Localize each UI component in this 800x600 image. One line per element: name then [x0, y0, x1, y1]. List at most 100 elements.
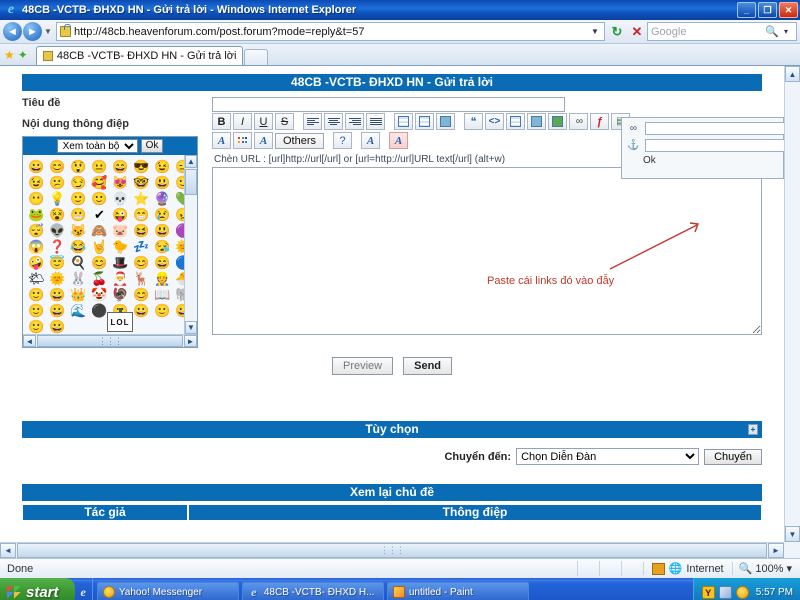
- smiley-item[interactable]: 😀: [47, 319, 68, 334]
- minimize-button[interactable]: _: [737, 2, 756, 18]
- smiley-scroll-up-icon[interactable]: ▲: [185, 155, 197, 168]
- smiley-item[interactable]: 🐸: [26, 207, 47, 222]
- align-right-button[interactable]: [345, 113, 364, 130]
- align-left-button[interactable]: [303, 113, 322, 130]
- smiley-item[interactable]: 🙂: [26, 287, 47, 302]
- smiley-item[interactable]: 😵: [47, 207, 68, 222]
- underline-button[interactable]: U: [254, 113, 273, 130]
- options-toggle-button[interactable]: +: [748, 424, 758, 435]
- smiley-item[interactable]: 🐰: [68, 271, 89, 286]
- smiley-item[interactable]: 😀: [47, 287, 68, 302]
- page-vertical-scrollbar[interactable]: ▲ ▼: [784, 66, 800, 542]
- smiley-item[interactable]: 💤: [131, 239, 152, 254]
- smiley-item[interactable]: 😐: [89, 159, 110, 174]
- bullet-list-button[interactable]: [394, 113, 413, 130]
- smiley-grid[interactable]: 😀😊😲😐😄😎😉😑😉😕😏🥰😻🤓😃🙂😶💡🙂🙂💀⭐🔮💚🐸😵😬✔😜😁😢😠😴👽😼🙈🐷😆😃🟣…: [23, 155, 197, 334]
- font-size-button[interactable]: A: [361, 132, 381, 149]
- align-justify-button[interactable]: [366, 113, 385, 130]
- font-face-button[interactable]: A: [254, 132, 273, 149]
- smiley-item[interactable]: 😉: [152, 159, 173, 174]
- smiley-item[interactable]: ✔: [89, 207, 110, 222]
- smiley-item[interactable]: 💀: [110, 191, 131, 206]
- smiley-item[interactable]: 🤡: [89, 287, 110, 302]
- flash-button[interactable]: ƒ: [590, 113, 609, 130]
- table-button[interactable]: [506, 113, 525, 130]
- smiley-item[interactable]: 😱: [26, 239, 47, 254]
- restore-button[interactable]: ❐: [758, 2, 777, 18]
- taskbar-item-yahoo-messenger[interactable]: Yahoo! Messenger: [96, 581, 239, 600]
- smiley-item[interactable]: 😬: [68, 207, 89, 222]
- taskbar-item-internet-explorer[interactable]: e 48CB -VCTB- ĐHXD H...: [241, 581, 384, 600]
- forum-jump-select[interactable]: Chọn Diễn Đàn: [516, 448, 700, 465]
- smiley-item[interactable]: 🙂: [26, 319, 47, 334]
- tray-messenger-icon[interactable]: [735, 585, 749, 599]
- quicklaunch-internet-explorer-icon[interactable]: e: [81, 585, 86, 600]
- forward-button[interactable]: ►: [23, 22, 42, 41]
- numbered-list-button[interactable]: [415, 113, 434, 130]
- smiley-item[interactable]: 😜: [110, 207, 131, 222]
- quote-button[interactable]: ❝: [464, 113, 483, 130]
- smiley-item[interactable]: 😄: [110, 159, 131, 174]
- preview-button[interactable]: Preview: [331, 357, 394, 375]
- page-scroll-down-icon[interactable]: ▼: [785, 526, 800, 542]
- smiley-scroll-down-icon[interactable]: ▼: [185, 321, 197, 334]
- save-draft-button[interactable]: [527, 113, 546, 130]
- smiley-item[interactable]: 😀: [131, 303, 152, 318]
- search-icon[interactable]: 🔍: [765, 25, 779, 38]
- align-center-button[interactable]: [324, 113, 343, 130]
- smiley-vscroll-thumb[interactable]: [185, 169, 197, 195]
- smiley-item[interactable]: 🦃: [110, 287, 131, 302]
- smiley-item[interactable]: 🍳: [68, 255, 89, 270]
- strikethrough-button[interactable]: S: [275, 113, 294, 130]
- address-dropdown-caret-icon[interactable]: ▼: [588, 23, 602, 40]
- address-input[interactable]: http://48cb.heavenforum.com/post.forum?m…: [56, 22, 605, 41]
- smiley-item[interactable]: 👽: [47, 223, 68, 238]
- refresh-icon[interactable]: ↻: [607, 22, 627, 42]
- system-clock[interactable]: 5:57 PM: [756, 587, 793, 598]
- security-zone-indicator[interactable]: 🌐 Internet: [642, 562, 732, 575]
- close-button[interactable]: ✕: [779, 2, 798, 18]
- smiley-item[interactable]: 👷: [152, 271, 173, 286]
- smiley-item[interactable]: 😊: [47, 159, 68, 174]
- page-scroll-right-icon[interactable]: ►: [768, 543, 784, 558]
- smiley-item[interactable]: 🥰: [89, 175, 110, 190]
- search-caret-icon[interactable]: ▾: [779, 23, 793, 40]
- favorites-star-icon[interactable]: ★: [4, 48, 15, 62]
- smiley-item[interactable]: ❓: [47, 239, 68, 254]
- smiley-item[interactable]: 😼: [68, 223, 89, 238]
- smiley-vertical-scrollbar[interactable]: ▲ ▼: [184, 155, 197, 334]
- jump-go-button[interactable]: Chuyển: [704, 448, 762, 465]
- popup-text-input[interactable]: [645, 138, 784, 152]
- start-button[interactable]: start: [0, 578, 75, 600]
- smiley-item[interactable]: 😎: [131, 159, 152, 174]
- smiley-item[interactable]: 🌞: [47, 271, 68, 286]
- page-horizontal-scrollbar[interactable]: ◄ ⋮⋮⋮ ►: [0, 542, 784, 558]
- smiley-item[interactable]: 😇: [47, 255, 68, 270]
- tray-network-icon[interactable]: [718, 585, 732, 599]
- search-box[interactable]: Google 🔍 ▾: [647, 22, 797, 41]
- smiley-item[interactable]: 😂: [68, 239, 89, 254]
- smiley-item[interactable]: 😃: [152, 175, 173, 190]
- smiley-hscroll-thumb[interactable]: ⋮⋮⋮: [37, 335, 183, 347]
- subject-input[interactable]: [212, 97, 565, 112]
- smiley-item[interactable]: 🙂: [89, 191, 110, 206]
- smiley-item[interactable]: 😉: [26, 175, 47, 190]
- smiley-item[interactable]: 🤪: [26, 255, 47, 270]
- others-button[interactable]: Others: [275, 132, 325, 149]
- smiley-item[interactable]: ⭐: [131, 191, 152, 206]
- smiley-item[interactable]: 😻: [110, 175, 131, 190]
- popup-url-input[interactable]: [645, 121, 784, 135]
- smiley-item[interactable]: 😊: [131, 287, 152, 302]
- browser-tab[interactable]: 48CB -VCTB- ĐHXD HN - Gửi trả lời: [35, 46, 244, 65]
- smiley-item[interactable]: 😏: [68, 175, 89, 190]
- italic-button[interactable]: I: [233, 113, 252, 130]
- smiley-item[interactable]: 🙂: [26, 303, 47, 318]
- smiley-item[interactable]: 😲: [68, 159, 89, 174]
- smiley-item[interactable]: 📖: [152, 287, 173, 302]
- smiley-item[interactable]: 🌊: [68, 303, 89, 318]
- tray-yahoo-icon[interactable]: Y: [701, 585, 715, 599]
- smiley-item[interactable]: 🍒: [89, 271, 110, 286]
- smiley-item[interactable]: 🙂: [68, 191, 89, 206]
- page-scroll-up-icon[interactable]: ▲: [785, 66, 800, 82]
- page-hscroll-thumb[interactable]: ⋮⋮⋮: [17, 543, 767, 558]
